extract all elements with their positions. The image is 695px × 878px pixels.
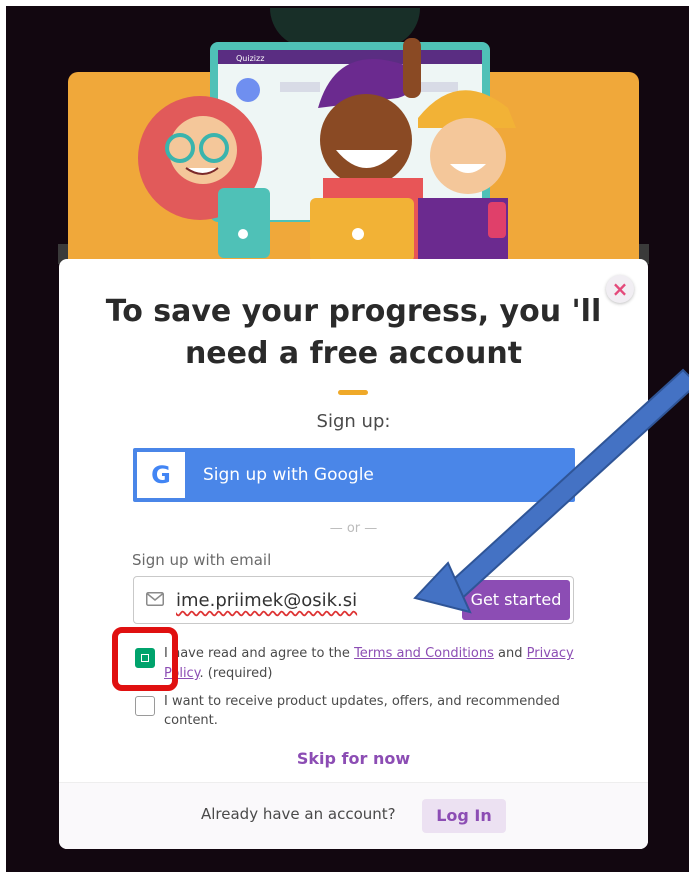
already-account-text: Already have an account? bbox=[201, 805, 396, 823]
terms-middle: and bbox=[493, 646, 527, 661]
checkbox-highlight-box bbox=[112, 627, 178, 691]
terms-link[interactable]: Terms and Conditions bbox=[354, 646, 494, 661]
login-button[interactable]: Log In bbox=[422, 799, 506, 833]
skip-button[interactable]: Skip for now bbox=[59, 749, 648, 768]
google-icon: G bbox=[137, 452, 185, 498]
updates-text: I want to receive product updates, offer… bbox=[164, 694, 560, 728]
updates-checkbox[interactable] bbox=[135, 696, 155, 716]
signup-modal: × To save your progress, you 'll need a … bbox=[59, 259, 648, 849]
mail-icon bbox=[146, 592, 164, 606]
google-signup-label: Sign up with Google bbox=[203, 465, 374, 485]
google-signup-button[interactable]: G Sign up with Google bbox=[133, 448, 575, 502]
modal-footer: Already have an account? Log In bbox=[59, 782, 648, 849]
title-accent-bar bbox=[338, 390, 368, 395]
email-input-value[interactable]: ime.priimek@osik.si bbox=[176, 577, 357, 625]
terms-suffix: . (required) bbox=[199, 666, 273, 681]
students-illustration: Quizizz bbox=[138, 38, 516, 262]
or-separator: — or — bbox=[329, 521, 378, 536]
modal-title: To save your progress, you 'll need a fr… bbox=[105, 294, 602, 371]
email-field[interactable]: ime.priimek@osik.si Get started bbox=[133, 576, 574, 624]
terms-text: I have read and agree to the Terms and C… bbox=[164, 644, 604, 684]
get-started-button[interactable]: Get started bbox=[462, 580, 570, 620]
brand-text: Quizizz bbox=[236, 54, 264, 63]
signup-label: Sign up: bbox=[316, 411, 391, 432]
terms-prefix: I have read and agree to the bbox=[164, 646, 355, 661]
email-section-label: Sign up with email bbox=[132, 551, 272, 569]
